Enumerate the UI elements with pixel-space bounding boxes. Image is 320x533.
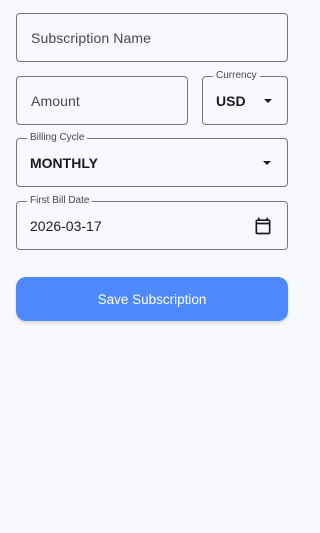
amount-placeholder: Amount — [31, 93, 80, 109]
billing-cycle-select[interactable]: Billing Cycle MONTHLY — [16, 132, 288, 187]
save-subscription-button[interactable]: Save Subscription — [16, 277, 288, 321]
first-bill-date-field[interactable]: First Bill Date 2026-03-17 — [16, 195, 288, 250]
caret-down-icon — [264, 99, 272, 103]
billing-cycle-value: MONTHLY — [30, 155, 98, 171]
amount-field[interactable]: Amount — [16, 76, 188, 125]
first-bill-date-value: 2026-03-17 — [30, 218, 102, 234]
calendar-icon[interactable] — [253, 216, 273, 236]
add-subscription-screen: Subscription Name Amount Currency USD Bi… — [0, 0, 300, 533]
billing-cycle-label: Billing Cycle — [27, 132, 88, 144]
subscription-name-placeholder: Subscription Name — [31, 30, 151, 46]
currency-label: Currency — [213, 70, 260, 82]
currency-value: USD — [216, 93, 246, 109]
caret-down-icon — [263, 161, 271, 165]
currency-select[interactable]: Currency USD — [202, 70, 288, 125]
subscription-name-field[interactable]: Subscription Name — [16, 13, 288, 62]
first-bill-date-label: First Bill Date — [27, 195, 93, 207]
